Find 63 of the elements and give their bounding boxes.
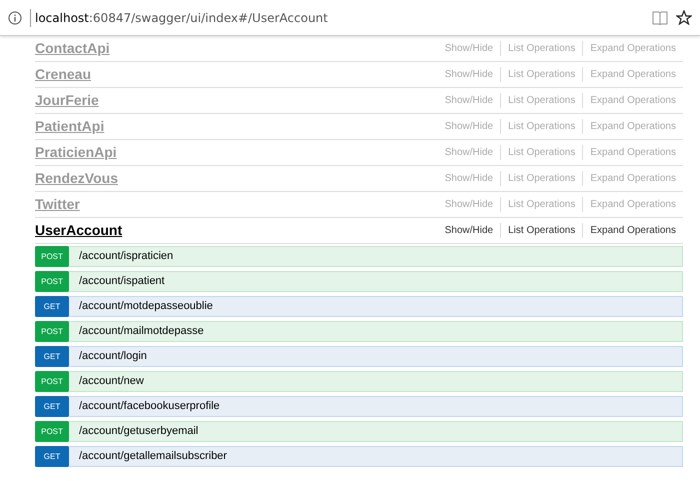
endpoint-row[interactable]: POST /account/new <box>35 371 683 392</box>
info-icon[interactable] <box>8 10 22 24</box>
endpoint-path[interactable]: /account/motdepasseoublie <box>79 298 213 315</box>
section-title[interactable]: PraticienApi <box>35 142 117 163</box>
section-link[interactable]: Show/Hide <box>438 93 502 108</box>
address-field[interactable]: localhost:60847/swagger/ui/index#/UserAccount <box>30 8 644 26</box>
section-link[interactable]: Expand Operations <box>583 197 683 212</box>
section-link[interactable]: Show/Hide <box>438 41 502 56</box>
section-title[interactable]: Twitter <box>35 194 80 215</box>
section-title[interactable]: UserAccount <box>35 220 122 241</box>
method-badge: GET <box>35 446 69 467</box>
section-link[interactable]: Expand Operations <box>583 41 683 56</box>
endpoint-row[interactable]: POST /account/ispraticien <box>35 246 683 267</box>
endpoint-path[interactable]: /account/mailmotdepasse <box>79 323 204 340</box>
endpoint-row[interactable]: POST /account/mailmotdepasse <box>35 321 683 342</box>
book-icon[interactable] <box>652 10 668 24</box>
section-link[interactable]: List Operations <box>501 67 584 82</box>
endpoint-row[interactable]: GET /account/facebookuserprofile <box>35 396 683 417</box>
section-link[interactable]: Expand Operations <box>583 223 683 238</box>
section-link[interactable]: Expand Operations <box>583 93 683 108</box>
section-title[interactable]: Creneau <box>35 64 92 85</box>
section-title[interactable]: PatientApi <box>35 116 104 137</box>
section-link[interactable]: Expand Operations <box>583 145 683 160</box>
endpoint-path[interactable]: /account/login <box>79 348 147 365</box>
endpoint-path[interactable]: /account/ispatient <box>79 273 165 290</box>
section-link[interactable]: List Operations <box>501 93 584 108</box>
section-link[interactable]: Show/Hide <box>438 119 502 134</box>
endpoint-path[interactable]: /account/new <box>79 373 144 390</box>
section-link[interactable]: Expand Operations <box>583 67 683 82</box>
section-link[interactable]: Show/Hide <box>438 145 502 160</box>
section-link[interactable]: List Operations <box>501 145 584 160</box>
method-badge: POST <box>35 321 69 342</box>
endpoint-path[interactable]: /account/facebookuserprofile <box>79 398 220 415</box>
endpoint-path[interactable]: /account/getuserbyemail <box>79 423 198 440</box>
section-link[interactable]: List Operations <box>501 197 584 212</box>
endpoint-row[interactable]: GET /account/getallemailsubscriber <box>35 446 683 467</box>
section-link[interactable]: Expand Operations <box>583 119 683 134</box>
endpoint-row[interactable]: POST /account/ispatient <box>35 271 683 292</box>
section-title[interactable]: ContactApi <box>35 38 110 59</box>
method-badge: GET <box>35 396 69 417</box>
endpoint-row[interactable]: GET /account/motdepasseoublie <box>35 296 683 317</box>
section-title[interactable]: JourFerie <box>35 90 99 111</box>
method-badge: POST <box>35 371 69 392</box>
method-badge: POST <box>35 246 69 267</box>
section-link[interactable]: List Operations <box>501 41 584 56</box>
endpoint-path[interactable]: /account/ispraticien <box>79 248 174 265</box>
section-link[interactable]: Show/Hide <box>438 67 502 82</box>
method-badge: GET <box>35 346 69 367</box>
endpoint-row[interactable]: GET /account/login <box>35 346 683 367</box>
endpoint-path[interactable]: /account/getallemailsubscriber <box>79 448 227 465</box>
method-badge: POST <box>35 421 69 442</box>
method-badge: POST <box>35 271 69 292</box>
section-link[interactable]: Expand Operations <box>583 171 683 186</box>
section-link[interactable]: Show/Hide <box>438 223 502 238</box>
section-link[interactable]: List Operations <box>501 171 584 186</box>
section-title[interactable]: RendezVous <box>35 168 118 189</box>
method-badge: GET <box>35 296 69 317</box>
endpoint-row[interactable]: POST /account/getuserbyemail <box>35 421 683 442</box>
section-link[interactable]: List Operations <box>501 223 584 238</box>
section-link[interactable]: List Operations <box>501 119 584 134</box>
section-link[interactable]: Show/Hide <box>438 197 502 212</box>
star-icon[interactable] <box>676 10 692 26</box>
section-link[interactable]: Show/Hide <box>438 171 502 186</box>
